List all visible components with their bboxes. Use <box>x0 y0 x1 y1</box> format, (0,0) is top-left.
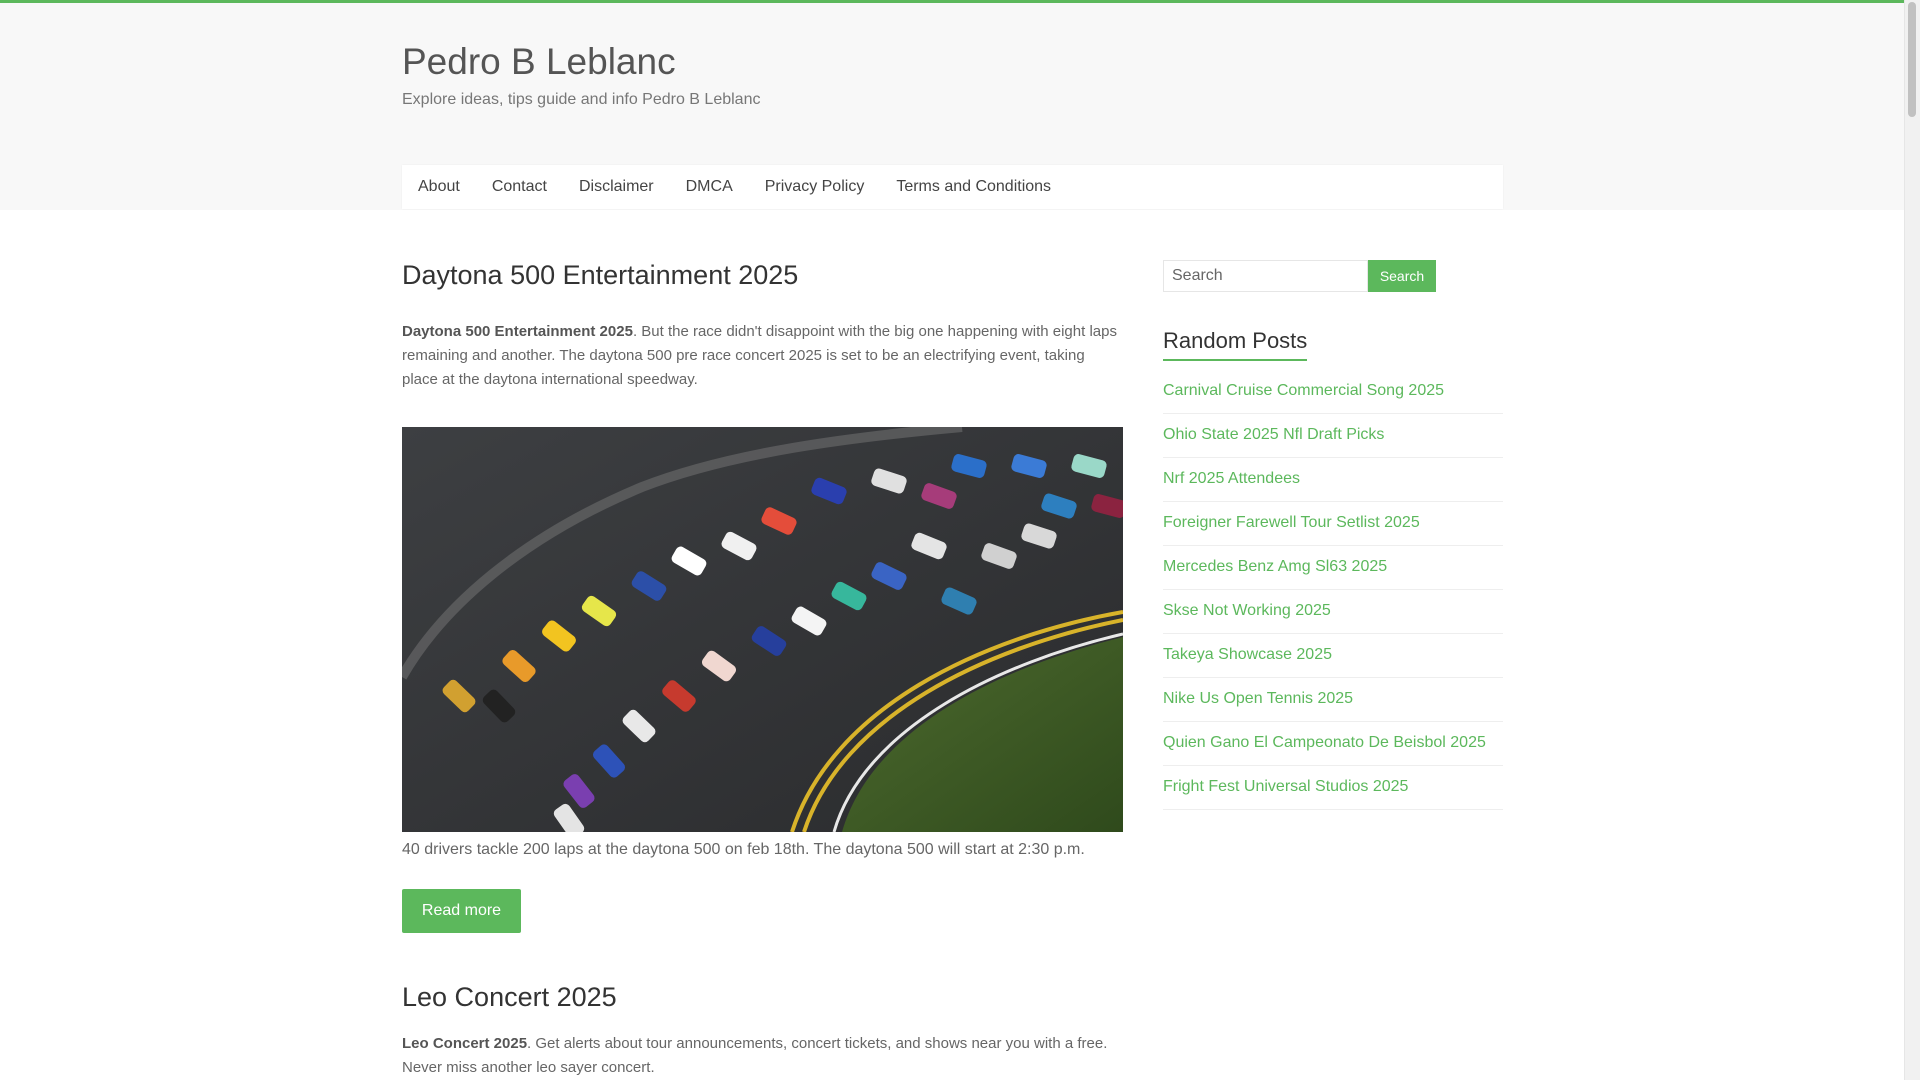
nav-item-terms[interactable]: Terms and Conditions <box>880 178 1067 196</box>
nav-item-dmca[interactable]: DMCA <box>670 178 749 196</box>
random-post-link[interactable]: Carnival Cruise Commercial Song 2025 <box>1163 370 1503 414</box>
read-more-button[interactable]: Read more <box>402 889 521 933</box>
main-navigation: About Contact Disclaimer DMCA Privacy Po… <box>402 165 1503 209</box>
page-scrollbar[interactable] <box>1904 0 1920 1080</box>
nav-item-privacy-policy[interactable]: Privacy Policy <box>749 178 881 196</box>
random-post-link[interactable]: Nike Us Open Tennis 2025 <box>1163 678 1503 722</box>
post-excerpt: Daytona 500 Entertainment 2025. But the … <box>402 320 1123 392</box>
post-title[interactable]: Leo Concert 2025 <box>402 982 617 1013</box>
nav-item-contact[interactable]: Contact <box>476 178 563 196</box>
random-post-link[interactable]: Ohio State 2025 Nfl Draft Picks <box>1163 414 1503 458</box>
post-featured-image[interactable] <box>402 427 1123 832</box>
site-title[interactable]: Pedro B Leblanc <box>402 41 676 83</box>
scrollbar-thumb[interactable] <box>1908 2 1916 117</box>
random-posts-title: Random Posts <box>1163 328 1308 361</box>
random-post-link[interactable]: Fright Fest Universal Studios 2025 <box>1163 766 1503 810</box>
random-post-link[interactable]: Nrf 2025 Attendees <box>1163 458 1503 502</box>
random-posts-list: Carnival Cruise Commercial Song 2025 Ohi… <box>1163 370 1503 810</box>
post-excerpt: Leo Concert 2025. Get alerts about tour … <box>402 1032 1123 1080</box>
post-title[interactable]: Daytona 500 Entertainment 2025 <box>402 260 798 291</box>
post-image-caption: 40 drivers tackle 200 laps at the dayton… <box>402 841 1085 858</box>
nav-item-about[interactable]: About <box>402 178 476 196</box>
content-area: Daytona 500 Entertainment 2025 Daytona 5… <box>0 210 1905 1080</box>
search-button[interactable]: Search <box>1368 260 1436 292</box>
post-excerpt-bold: Leo Concert 2025 <box>402 1035 528 1052</box>
random-post-link[interactable]: Quien Gano El Campeonato De Beisbol 2025 <box>1163 722 1503 766</box>
search-input[interactable] <box>1163 260 1368 292</box>
random-post-link[interactable]: Mercedes Benz Amg Sl63 2025 <box>1163 546 1503 590</box>
site-description: Explore ideas, tips guide and info Pedro… <box>402 91 761 108</box>
post-excerpt-bold: Daytona 500 Entertainment 2025 <box>402 323 633 340</box>
random-post-link[interactable]: Skse Not Working 2025 <box>1163 590 1503 634</box>
nav-item-disclaimer[interactable]: Disclaimer <box>563 178 670 196</box>
random-post-link[interactable]: Foreigner Farewell Tour Setlist 2025 <box>1163 502 1503 546</box>
race-track-image <box>402 427 1123 832</box>
random-post-link[interactable]: Takeya Showcase 2025 <box>1163 634 1503 678</box>
